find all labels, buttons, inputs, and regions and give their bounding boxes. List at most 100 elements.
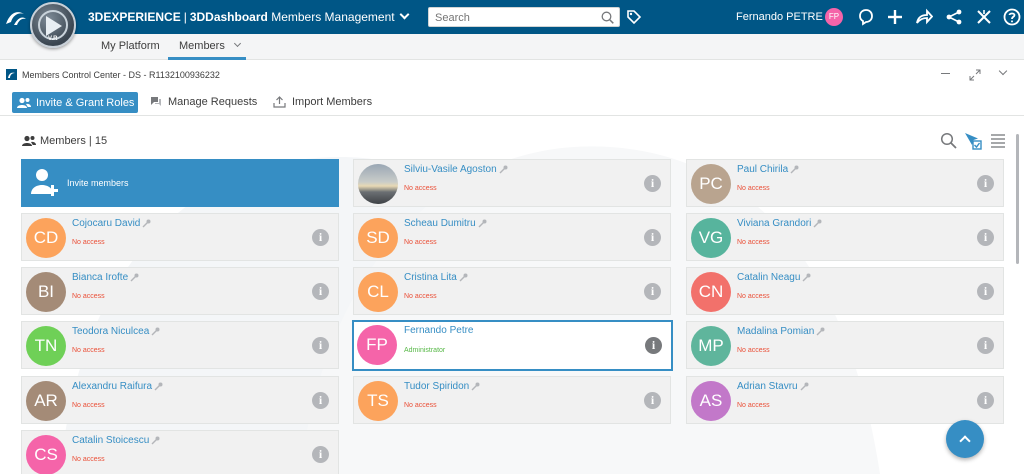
member-name[interactable]: Alexandru Raifura xyxy=(72,381,163,392)
widget-title: Members Control Center - DS - R113210093… xyxy=(22,70,220,80)
member-card[interactable]: MP Madalina Pomian No access i xyxy=(686,321,1004,369)
member-name[interactable]: Viviana Grandori xyxy=(737,218,822,229)
info-icon[interactable]: i xyxy=(645,337,662,354)
key-icon xyxy=(151,436,160,445)
search-icon[interactable] xyxy=(601,11,614,24)
scroll-to-top-button[interactable] xyxy=(946,420,984,458)
info-icon[interactable]: i xyxy=(312,392,329,409)
member-name[interactable]: Paul Chirila xyxy=(737,164,799,175)
tab-my-platform[interactable]: My Platform xyxy=(101,40,160,52)
compass-icon[interactable]: V.R xyxy=(30,2,76,48)
search-icon[interactable] xyxy=(940,132,957,149)
info-icon[interactable]: i xyxy=(977,283,994,300)
member-card[interactable]: SD Scheau Dumitru No access i xyxy=(353,213,671,261)
member-name[interactable]: Cristina Lita xyxy=(404,272,468,283)
search-box[interactable] xyxy=(428,7,620,27)
info-icon[interactable]: i xyxy=(977,337,994,354)
key-icon xyxy=(130,273,139,282)
member-card[interactable]: CD Cojocaru David No access i xyxy=(21,213,339,261)
member-card[interactable]: CS Catalin Stoicescu No access i xyxy=(21,430,339,474)
member-status: No access xyxy=(737,347,770,354)
member-card[interactable]: AS Adrian Stavru No access i xyxy=(686,376,1004,424)
member-name[interactable]: Cojocaru David xyxy=(72,218,151,229)
member-name[interactable]: Catalin Stoicescu xyxy=(72,435,160,446)
member-card[interactable]: AR Alexandru Raifura No access i xyxy=(21,376,339,424)
user-name[interactable]: Fernando PETRE xyxy=(736,11,823,23)
minimize-icon[interactable] xyxy=(941,73,950,74)
key-icon xyxy=(800,382,809,391)
select-mode-icon[interactable] xyxy=(964,132,982,150)
info-icon[interactable]: i xyxy=(977,392,994,409)
member-card[interactable]: TN Teodora Niculcea No access i xyxy=(21,321,339,369)
list-view-icon[interactable] xyxy=(990,133,1006,149)
member-name[interactable]: Madalina Pomian xyxy=(737,326,825,337)
avatar: CL xyxy=(358,272,398,312)
member-name-text: Adrian Stavru xyxy=(737,381,798,392)
info-icon[interactable]: i xyxy=(644,283,661,300)
member-name[interactable]: Fernando Petre xyxy=(404,325,474,336)
avatar: FP xyxy=(357,325,397,365)
info-icon[interactable]: i xyxy=(644,229,661,246)
plus-icon[interactable] xyxy=(886,8,904,26)
member-card[interactable]: Silviu-Vasile Agoston No access i xyxy=(353,159,671,207)
member-status: No access xyxy=(404,293,437,300)
member-name[interactable]: Bianca Irofte xyxy=(72,272,139,283)
chevron-down-icon[interactable] xyxy=(233,39,241,48)
info-icon[interactable]: i xyxy=(312,229,329,246)
tag-icon[interactable] xyxy=(626,9,642,25)
member-card-selected[interactable]: FP Fernando Petre Administrator i xyxy=(352,320,673,371)
manage-requests-label: Manage Requests xyxy=(168,96,258,108)
member-name[interactable]: Adrian Stavru xyxy=(737,381,809,392)
member-card[interactable]: PC Paul Chirila No access i xyxy=(686,159,1004,207)
key-icon xyxy=(813,219,822,228)
expand-icon[interactable] xyxy=(968,68,982,82)
app-title[interactable]: 3DEXPERIENCE | 3DDashboard Members Managem… xyxy=(88,9,410,24)
info-icon[interactable]: i xyxy=(977,175,994,192)
member-card[interactable]: CL Cristina Lita No access i xyxy=(353,267,671,315)
member-name[interactable]: Catalin Neagu xyxy=(737,272,811,283)
member-status: No access xyxy=(404,185,437,192)
member-name[interactable]: Scheau Dumitru xyxy=(404,218,487,229)
member-name[interactable]: Teodora Niculcea xyxy=(72,326,160,337)
invite-grant-roles-label: Invite & Grant Roles xyxy=(36,96,135,109)
chevron-down-icon[interactable] xyxy=(399,9,410,20)
avatar: CD xyxy=(26,218,66,258)
chevron-down-icon[interactable] xyxy=(998,66,1008,76)
brand-name: 3DEXPERIENCE xyxy=(88,10,181,24)
key-icon xyxy=(790,165,799,174)
key-icon xyxy=(151,327,160,336)
members-count-header: Members | 15 xyxy=(22,135,107,147)
member-card[interactable]: CN Catalin Neagu No access i xyxy=(686,267,1004,315)
tools-icon[interactable] xyxy=(975,8,993,26)
info-icon[interactable]: i xyxy=(312,446,329,463)
widget-app-icon xyxy=(6,69,17,80)
member-card[interactable]: BI Bianca Irofte No access i xyxy=(21,267,339,315)
ds-logo-icon[interactable] xyxy=(4,8,28,28)
avatar-photo xyxy=(358,164,398,204)
avatar: PC xyxy=(691,164,731,204)
member-card[interactable]: VG Viviana Grandori No access i xyxy=(686,213,1004,261)
user-avatar[interactable]: FP xyxy=(825,8,843,26)
info-icon[interactable]: i xyxy=(312,283,329,300)
info-icon[interactable]: i xyxy=(977,229,994,246)
member-name[interactable]: Silviu-Vasile Agoston xyxy=(404,164,508,175)
compass-label: V.R xyxy=(48,36,58,42)
invite-members-button[interactable]: Invite members xyxy=(21,159,339,207)
scrollbar[interactable] xyxy=(1016,134,1019,264)
info-icon[interactable]: i xyxy=(644,392,661,409)
share-icon[interactable] xyxy=(915,8,933,26)
manage-requests-button[interactable]: Manage Requests xyxy=(150,96,257,108)
member-card[interactable]: TS Tudor Spiridon No access i xyxy=(353,376,671,424)
member-name-text: Bianca Irofte xyxy=(72,272,129,283)
help-icon[interactable] xyxy=(1003,8,1021,26)
info-icon[interactable]: i xyxy=(644,175,661,192)
search-input[interactable] xyxy=(429,9,589,27)
member-name-text: Scheau Dumitru xyxy=(404,218,476,229)
network-icon[interactable] xyxy=(945,8,963,26)
import-members-button[interactable]: Import Members xyxy=(273,96,372,108)
info-icon[interactable]: i xyxy=(312,337,329,354)
chat-icon[interactable] xyxy=(857,8,875,26)
tab-members[interactable]: Members xyxy=(179,39,241,52)
invite-grant-roles-button[interactable]: Invite & Grant Roles xyxy=(12,92,138,113)
member-name[interactable]: Tudor Spiridon xyxy=(404,381,480,392)
